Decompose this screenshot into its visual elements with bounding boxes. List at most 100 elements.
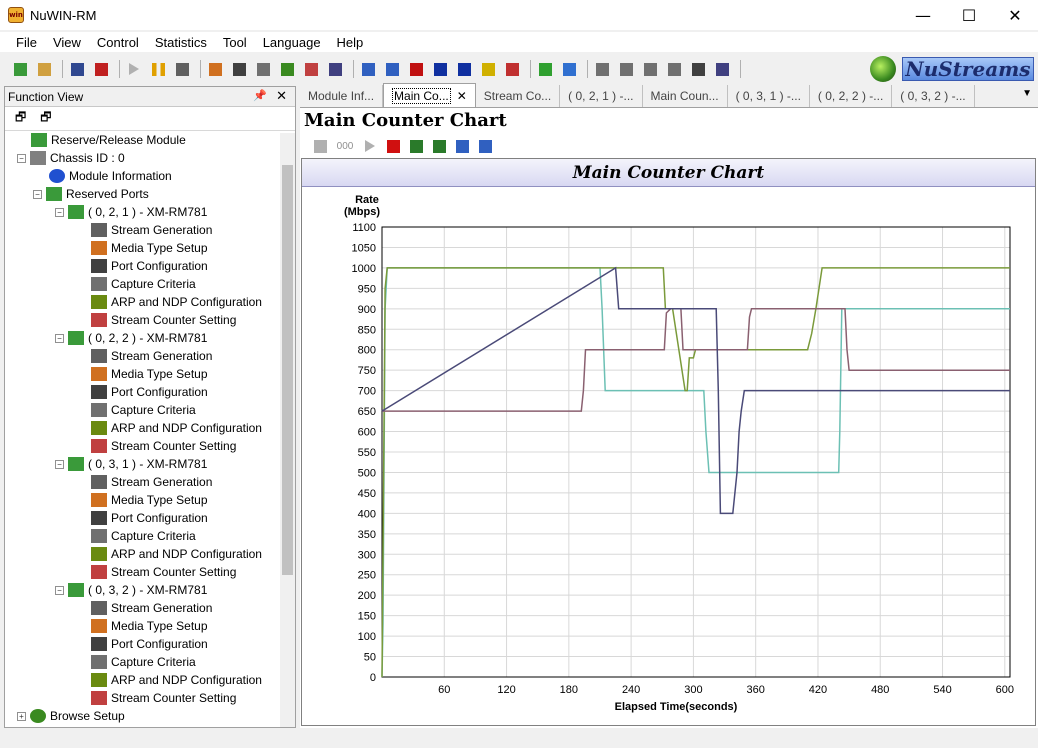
tree-item[interactable]: − Chassis ID : 0 (17, 149, 125, 167)
menu-control[interactable]: Control (89, 35, 147, 50)
play-icon[interactable] (124, 59, 144, 79)
close-button[interactable]: ✕ (992, 0, 1038, 30)
tab-3[interactable]: ( 0, 2, 1 ) -... (560, 85, 643, 107)
tree-item[interactable]: − ( 0, 3, 1 ) - XM-RM781 (55, 455, 207, 473)
tab-2[interactable]: Stream Co... (476, 85, 561, 107)
counter-icon[interactable]: 000 (333, 136, 357, 156)
menu-help[interactable]: Help (329, 35, 372, 50)
tree-expander-icon[interactable]: + (17, 711, 26, 721)
tree-expander-icon[interactable]: − (55, 333, 64, 343)
reserve-icon[interactable] (10, 59, 30, 79)
arp-icon[interactable] (277, 59, 297, 79)
table-icon[interactable] (475, 136, 495, 156)
tree-item[interactable]: Stream Generation (91, 221, 212, 239)
tab-7[interactable]: ( 0, 3, 2 ) -... (892, 85, 975, 107)
tree-item[interactable]: Stream Generation (91, 347, 212, 365)
tree-item[interactable]: Media Type Setup (91, 239, 208, 257)
tab-6[interactable]: ( 0, 2, 2 ) -... (810, 85, 893, 107)
grid-green-icon[interactable] (406, 136, 426, 156)
database-icon[interactable] (478, 59, 498, 79)
tree-item[interactable]: ARP and NDP Configuration (91, 545, 262, 563)
tree-expander-icon[interactable]: − (55, 585, 64, 595)
tree-item[interactable]: − Reserved Ports (33, 185, 149, 203)
tree-item[interactable]: Port Configuration (91, 509, 208, 527)
tree-item[interactable]: Reserve/Release Module (31, 133, 186, 149)
tree-item[interactable]: Stream Counter Setting (91, 311, 236, 329)
tree-item[interactable]: − ( 0, 2, 2 ) - XM-RM781 (55, 329, 207, 347)
tree-item[interactable]: Module Information (49, 167, 172, 185)
scrollbar-thumb[interactable] (282, 165, 293, 575)
doc3-icon[interactable] (640, 59, 660, 79)
stream-counter-icon[interactable] (301, 59, 321, 79)
te-icon[interactable] (406, 59, 426, 79)
grid-green2-icon[interactable] (429, 136, 449, 156)
menu-language[interactable]: Language (255, 35, 329, 50)
tree-expander-icon[interactable]: − (55, 459, 64, 469)
menu-file[interactable]: File (8, 35, 45, 50)
tab-4[interactable]: Main Coun... (643, 85, 728, 107)
tab-overflow-icon[interactable]: ▼ (1022, 88, 1032, 99)
refresh-blue-icon[interactable] (559, 59, 579, 79)
tree-item[interactable]: Capture Criteria (91, 401, 196, 419)
capture-icon[interactable] (253, 59, 273, 79)
tree-scrollbar[interactable] (280, 133, 295, 727)
tree-item[interactable]: Port Configuration (91, 383, 208, 401)
minimize-button[interactable]: — (900, 0, 946, 30)
doc4-icon[interactable] (664, 59, 684, 79)
tree-item[interactable]: ARP and NDP Configuration (91, 671, 262, 689)
open-folder-icon[interactable] (34, 59, 54, 79)
key-icon[interactable] (688, 59, 708, 79)
tree-item[interactable]: Port Configuration (91, 257, 208, 275)
maximize-button[interactable]: ☐ (946, 0, 992, 30)
tab-0[interactable]: Module Inf... (300, 85, 384, 107)
tree-item[interactable]: Media Type Setup (91, 365, 208, 383)
tree-item[interactable]: − ( 0, 2, 1 ) - XM-RM781 (55, 203, 207, 221)
tree-item[interactable]: Stream Counter Setting (91, 689, 236, 707)
edit-icon[interactable] (452, 136, 472, 156)
tree-item[interactable]: Capture Criteria (91, 275, 196, 293)
grid-icon[interactable] (358, 59, 378, 79)
tree-item[interactable]: Media Type Setup (91, 617, 208, 635)
tree-item[interactable]: Port Configuration (91, 635, 208, 653)
tree-item[interactable]: + Browse Setup (17, 707, 125, 725)
play-icon[interactable] (360, 136, 380, 156)
doc2-icon[interactable] (616, 59, 636, 79)
tree-item[interactable]: Capture Criteria (91, 527, 196, 545)
panel-close-icon[interactable]: ✕ (276, 88, 287, 104)
tree-item[interactable]: ARP and NDP Configuration (91, 293, 262, 311)
tree-item[interactable]: − ( 0, 3, 2 ) - XM-RM781 (55, 581, 207, 599)
pin-icon[interactable]: 📌 (253, 89, 267, 102)
tree-item[interactable]: Media Type Setup (91, 491, 208, 509)
tree-expander-icon[interactable]: − (17, 153, 26, 163)
doc-icon[interactable] (592, 59, 612, 79)
tree-expander-icon[interactable]: − (33, 189, 42, 199)
stop-icon[interactable] (383, 136, 403, 156)
tree-item[interactable]: Stream Counter Setting (91, 563, 236, 581)
tab-close-icon[interactable]: ✕ (457, 89, 467, 103)
menu-view[interactable]: View (45, 35, 89, 50)
tree-item[interactable]: Stream Generation (91, 599, 212, 617)
stop-icon[interactable] (91, 59, 111, 79)
tree-item[interactable]: Stream Counter Setting (91, 437, 236, 455)
line-chart-icon[interactable] (382, 59, 402, 79)
port-config-icon[interactable] (229, 59, 249, 79)
tree-expander-icon[interactable]: − (55, 207, 64, 217)
collapse-all-icon[interactable]: 🗗 (40, 108, 51, 129)
menu-tool[interactable]: Tool (215, 35, 255, 50)
tree-item[interactable]: Capture Criteria (91, 653, 196, 671)
re-icon[interactable] (430, 59, 450, 79)
menu-statistics[interactable]: Statistics (147, 35, 215, 50)
expand-all-icon[interactable]: 🗗 (15, 108, 26, 129)
save-icon[interactable] (67, 59, 87, 79)
report-icon[interactable] (172, 59, 192, 79)
tab-1[interactable]: Main Co... ✕ (383, 83, 476, 107)
tree-item[interactable]: Stream Generation (91, 473, 212, 491)
tab-5[interactable]: ( 0, 3, 1 ) -... (728, 85, 810, 107)
pause-icon[interactable] (148, 59, 168, 79)
keyboard-icon[interactable] (712, 59, 732, 79)
tree-item[interactable]: ARP and NDP Configuration (91, 419, 262, 437)
table-icon[interactable] (454, 59, 474, 79)
save-icon[interactable] (310, 136, 330, 156)
chart-split-icon[interactable] (325, 59, 345, 79)
wave-icon[interactable] (502, 59, 522, 79)
